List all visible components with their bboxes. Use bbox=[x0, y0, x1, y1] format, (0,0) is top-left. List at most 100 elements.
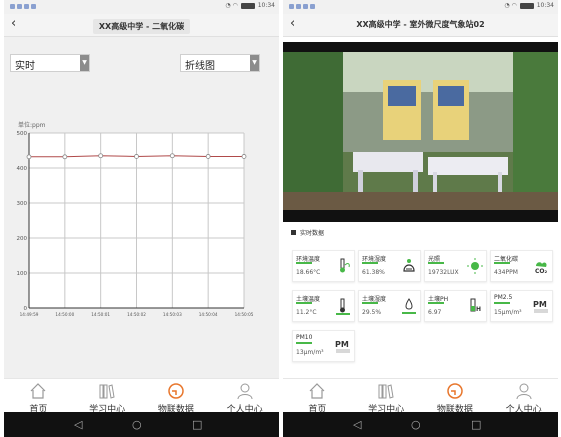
sensor-name: PM2.5 bbox=[494, 294, 513, 301]
status-right: ◔ ◠ 10:34 bbox=[225, 2, 275, 9]
status-right: ◔ ◠ 10:34 bbox=[504, 2, 554, 9]
section-title: 实时数据 bbox=[300, 230, 325, 237]
y-unit-label: 单位:ppm bbox=[18, 121, 46, 129]
page-title: XX高级中学 - 二氧化碳 bbox=[92, 19, 191, 34]
sensor-value: 29.5% bbox=[362, 309, 382, 316]
data-point bbox=[169, 153, 175, 159]
sensor-card[interactable]: 土壤PH 6.97 H bbox=[424, 290, 487, 322]
x-tick-label: 14:50:01 bbox=[91, 312, 110, 317]
sensor-value: 434PPM bbox=[494, 269, 518, 276]
realtime-dropdown-value: 实时 bbox=[15, 61, 35, 72]
sensor-card[interactable]: 环境湿度 61.38% bbox=[358, 250, 421, 282]
sensor-value: 15μm/m³ bbox=[494, 309, 522, 316]
tab-home[interactable]: 首页 bbox=[4, 379, 73, 415]
tab-learning-center[interactable]: 学习中心 bbox=[73, 379, 142, 415]
signal-icon: ◔ ◠ bbox=[504, 2, 517, 9]
svg-text:PM: PM bbox=[335, 340, 349, 349]
sensor-card[interactable]: PM10 13μm/m³ PM bbox=[292, 330, 355, 362]
nav-home-icon[interactable]: ○ bbox=[411, 418, 421, 431]
y-tick-label: 400 bbox=[17, 166, 28, 172]
sensor-accent-bar bbox=[362, 262, 378, 264]
sensor-card[interactable]: 土壤温度 11.2°C bbox=[292, 290, 355, 322]
chevron-down-icon: ▼ bbox=[250, 55, 259, 71]
sensor-value: 18.66°C bbox=[296, 269, 321, 276]
clock-label: 10:34 bbox=[257, 2, 275, 9]
sensor-card[interactable]: 环境温度 18.66°C bbox=[292, 250, 355, 282]
humidity-icon bbox=[403, 259, 415, 272]
chart-type-dropdown[interactable]: 折线图 ▼ bbox=[180, 54, 260, 72]
tab-personal-center[interactable]: 个人中心 bbox=[489, 379, 558, 415]
status-bar: ◔ ◠ 10:34 bbox=[4, 0, 279, 14]
status-bar: ◔ ◠ 10:34 bbox=[283, 0, 558, 14]
nav-home-icon[interactable]: ○ bbox=[132, 418, 142, 431]
x-tick-label: 14:50:05 bbox=[235, 312, 254, 317]
svg-text:CO₂: CO₂ bbox=[535, 268, 548, 275]
nav-recents-icon[interactable]: □ bbox=[471, 418, 481, 431]
tab-home[interactable]: 首页 bbox=[283, 379, 352, 415]
x-tick-label: 14:50:00 bbox=[55, 312, 74, 317]
section-header: 实时数据 bbox=[291, 228, 324, 237]
sensor-accent-bar bbox=[428, 302, 444, 304]
home-icon bbox=[309, 383, 325, 399]
sensor-accent-bar bbox=[296, 342, 312, 344]
tab-personal-center[interactable]: 个人中心 bbox=[210, 379, 279, 415]
iot-data-icon bbox=[168, 383, 184, 399]
tab-learning-center[interactable]: 学习中心 bbox=[352, 379, 421, 415]
y-tick-label: 500 bbox=[17, 131, 28, 137]
home-icon bbox=[30, 383, 46, 399]
sensor-name: PM10 bbox=[296, 334, 313, 341]
greenhouse-camera-image[interactable] bbox=[283, 52, 558, 210]
battery-icon bbox=[240, 2, 255, 9]
ph-icon: H bbox=[470, 298, 481, 313]
sensor-accent-bar bbox=[494, 262, 510, 264]
sensor-card[interactable]: 土壤湿度 29.5% bbox=[358, 290, 421, 322]
pm-icon: PM bbox=[335, 340, 350, 353]
bottom-tab-bar: 首页 学习中心 物联数据 个人中心 bbox=[4, 378, 279, 415]
right-phone-screen: ◔ ◠ 10:34 ‹ XX高级中学 - 室外微尺度气象站02 实时数据 环境温… bbox=[283, 0, 558, 437]
sensor-accent-bar bbox=[296, 302, 312, 304]
sensor-value: 11.2°C bbox=[296, 309, 317, 316]
chart-type-dropdown-value: 折线图 bbox=[185, 61, 215, 72]
left-phone-screen: ◔ ◠ 10:34 ‹ XX高级中学 - 二氧化碳 实时 ▼ 折线图 ▼ 单位:… bbox=[4, 0, 279, 437]
title-bar: ‹ XX高级中学 - 二氧化碳 bbox=[4, 14, 279, 37]
tab-iot-data[interactable]: 物联数据 bbox=[142, 379, 211, 415]
system-nav-bar: ◁ ○ □ bbox=[4, 412, 279, 437]
realtime-dropdown[interactable]: 实时 ▼ bbox=[10, 54, 90, 72]
notification-icons bbox=[10, 4, 36, 9]
svg-text:H: H bbox=[476, 306, 481, 313]
bottom-tab-bar: 首页 学习中心 物联数据 个人中心 bbox=[283, 378, 558, 415]
data-point bbox=[134, 154, 139, 159]
sensor-accent-bar bbox=[296, 262, 312, 264]
battery-icon bbox=[519, 2, 534, 9]
page-title: XX高级中学 - 室外微尺度气象站02 bbox=[356, 20, 485, 29]
clock-label: 10:34 bbox=[536, 2, 554, 9]
co2-line-chart: 单位:ppm010020030040050014:49:59 14:50:00 14… bbox=[17, 121, 254, 317]
data-point bbox=[26, 154, 32, 160]
nav-back-icon[interactable]: ◁ bbox=[353, 418, 361, 431]
user-icon bbox=[516, 383, 532, 400]
tab-iot-data[interactable]: 物联数据 bbox=[421, 379, 490, 415]
user-icon bbox=[237, 383, 253, 400]
section-marker-icon bbox=[291, 230, 296, 235]
svg-text:PM: PM bbox=[533, 300, 547, 309]
books-icon bbox=[378, 384, 394, 399]
signal-icon: ◔ ◠ bbox=[225, 2, 238, 9]
data-point bbox=[62, 154, 68, 160]
title-bar: ‹ XX高级中学 - 室外微尺度气象站02 bbox=[283, 14, 558, 37]
sun-icon bbox=[467, 258, 483, 274]
y-tick-label: 200 bbox=[17, 236, 28, 242]
x-tick-label: 14:50:04 bbox=[199, 312, 218, 317]
sensor-value: 19732LUX bbox=[428, 269, 459, 276]
sensor-accent-bar bbox=[494, 302, 510, 304]
sensor-card[interactable]: 二氧化碳 434PPM CO₂ bbox=[490, 250, 553, 282]
co2-icon: CO₂ bbox=[535, 262, 548, 275]
y-tick-label: 100 bbox=[17, 271, 28, 277]
nav-recents-icon[interactable]: □ bbox=[192, 418, 202, 431]
x-tick-label: 14:50:03 bbox=[163, 312, 182, 317]
iot-data-icon bbox=[447, 383, 463, 399]
y-tick-label: 300 bbox=[17, 201, 28, 207]
nav-back-icon[interactable]: ◁ bbox=[74, 418, 82, 431]
sensor-card[interactable]: 光照 19732LUX bbox=[424, 250, 487, 282]
data-point bbox=[98, 153, 104, 159]
sensor-card[interactable]: PM2.5 15μm/m³ PM bbox=[490, 290, 553, 322]
